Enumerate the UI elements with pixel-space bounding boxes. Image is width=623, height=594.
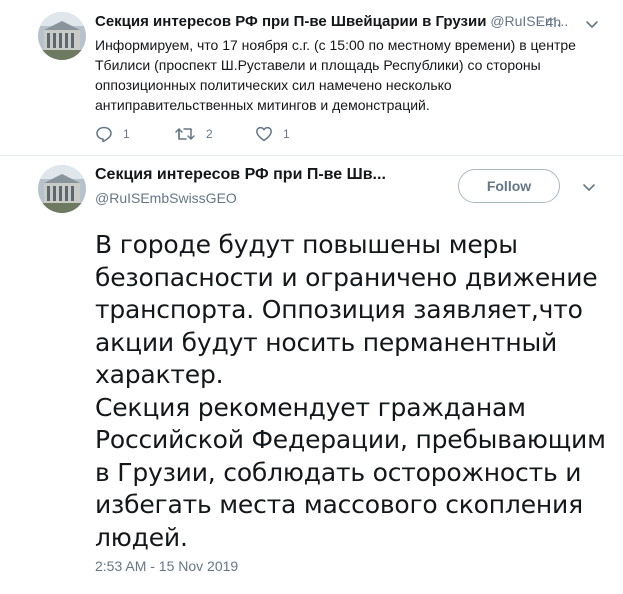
author-name[interactable]: Секция интересов РФ при П-ве Швейцарии в…: [95, 13, 486, 30]
like-icon: [256, 126, 272, 142]
author-name[interactable]: Секция интересов РФ при П-ве Шв...: [95, 166, 386, 184]
tweet-body-line: В городе будут повышены меры: [95, 230, 518, 259]
tweet-body-line: безопасности и ограничено движение: [95, 262, 598, 292]
tweet-text: Информируем, что 17 ноября с.г. (с 15:00…: [95, 37, 576, 113]
author-handle[interactable]: @RuISEmbSwissGEO: [95, 190, 237, 206]
avatar-building-photo: [38, 165, 86, 213]
tweet-body-line: характер.: [95, 360, 224, 389]
tweet-body-line: транспорта. Оппозиция заявляет,что: [95, 295, 583, 324]
tweet-body-line: избегать места массового скопления: [95, 490, 583, 519]
tweet-body-line: Секция рекомендует гражданам: [95, 392, 526, 422]
retweet-icon: [175, 128, 195, 140]
avatar[interactable]: [38, 12, 86, 60]
tweet-body: В городе будут повышены меры безопасност…: [95, 229, 615, 554]
tweet-body-line: в Грузии, соблюдать осторожность и: [95, 457, 582, 487]
retweet-count: 2: [206, 127, 213, 141]
tweet-time[interactable]: · 4h: [537, 14, 561, 30]
tweet-body-line: Российской Федерации, пребывающим: [95, 425, 606, 454]
tweet-header: Секция интересов РФ при П-ве Швейцарии в…: [95, 13, 568, 30]
avatar-building-photo: [38, 12, 86, 60]
like-count: 1: [283, 127, 290, 141]
reply-button[interactable]: 1: [95, 125, 130, 143]
chevron-down-icon[interactable]: [584, 16, 600, 32]
like-button[interactable]: 1: [255, 125, 290, 143]
avatar[interactable]: [38, 165, 86, 213]
reply-count: 1: [123, 127, 130, 141]
tweet-body-line: людей.: [95, 522, 188, 552]
follow-button[interactable]: Follow: [458, 169, 560, 203]
tweet-timestamp[interactable]: 2:53 AM - 15 Nov 2019: [95, 558, 238, 574]
tweet-body-line: акции будут носить перманентный: [95, 327, 558, 357]
reply-icon: [96, 126, 112, 143]
divider: [0, 155, 623, 156]
chevron-down-icon[interactable]: [581, 179, 597, 195]
retweet-button[interactable]: 2: [174, 125, 213, 143]
